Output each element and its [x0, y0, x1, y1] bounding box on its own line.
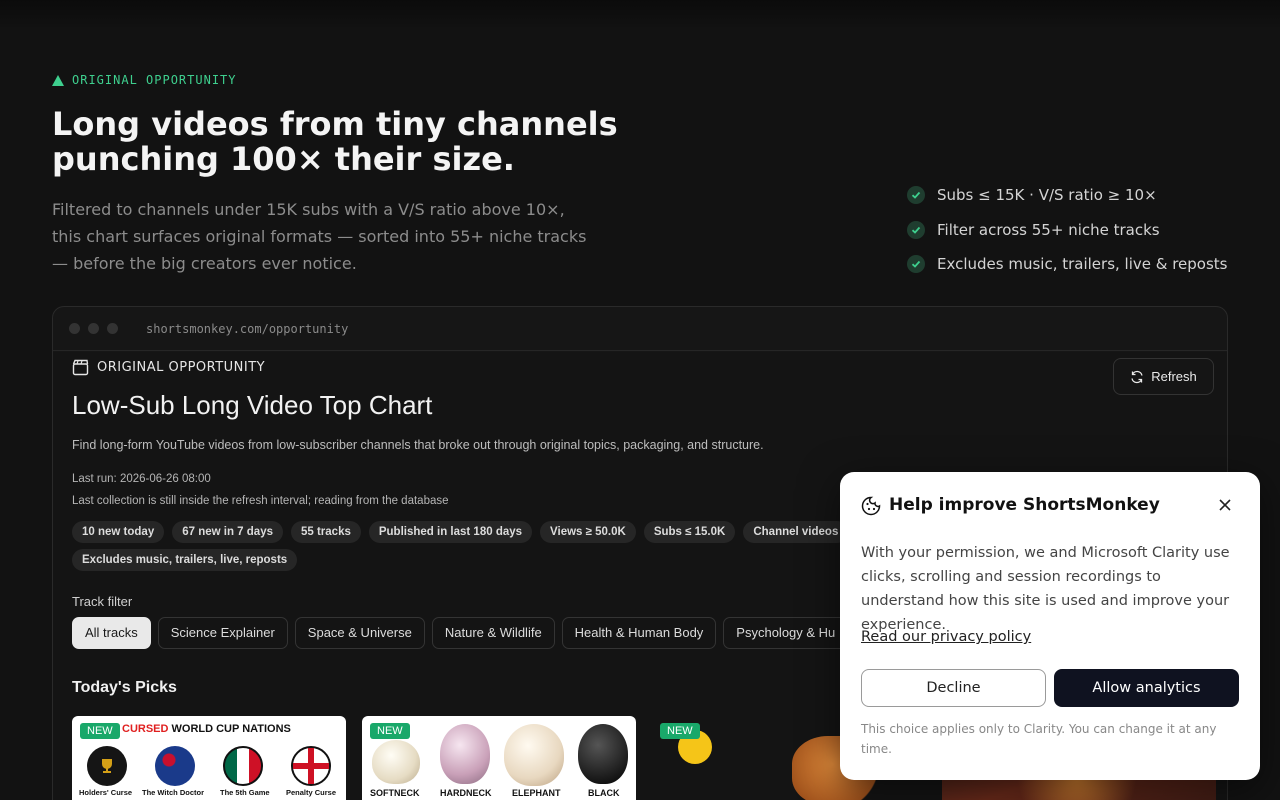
consent-body: With your permission, we and Microsoft C… [861, 545, 1230, 633]
consent-footnote: This choice applies only to Clarity. You… [861, 722, 1217, 756]
thumbnail-title-red: CURSED [122, 723, 169, 735]
garlic-image [578, 724, 628, 784]
feature-item: Excludes music, trailers, live & reposts [907, 247, 1228, 282]
browser-chrome: shortsmonkey.com/opportunity [53, 307, 1227, 351]
check-icon [907, 220, 925, 239]
thumbnail-caption: The 5th Game [220, 788, 270, 797]
garlic-image [440, 724, 490, 784]
video-card[interactable]: NEW SOFTNECK HARDNECK ELEPHANT BLACK [362, 716, 636, 800]
chip-subs: Subs ≤ 15.0K [643, 521, 736, 543]
chip-new-today: 10 new today [72, 521, 165, 543]
new-badge: NEW [370, 723, 410, 739]
track-space-universe[interactable]: Space & Universe [294, 617, 425, 649]
feature-list: Subs ≤ 15K · V/S ratio ≥ 10× Filter acro… [907, 178, 1228, 282]
garlic-image [504, 724, 564, 786]
hero-subtitle: Filtered to channels under 15K subs with… [52, 200, 587, 273]
feature-text: Filter across 55+ niche tracks [937, 220, 1160, 239]
track-all[interactable]: All tracks [72, 617, 151, 649]
new-badge: NEW [660, 723, 700, 739]
thumbnail-caption: The Witch Doctor [142, 788, 205, 797]
triangle-icon [52, 74, 64, 86]
chip-tracks: 55 tracks [290, 521, 361, 543]
page-description: Find long-form YouTube videos from low-s… [72, 438, 764, 452]
browser-url: shortsmonkey.com/opportunity [146, 321, 349, 336]
garlic-image [372, 740, 420, 784]
feature-text: Excludes music, trailers, live & reposts [937, 255, 1228, 274]
thumbnail-title: CURSED WORLD CUP NATIONS [122, 723, 291, 735]
todays-picks-title: Today's Picks [72, 679, 177, 696]
privacy-policy-link[interactable]: Read our privacy policy [861, 629, 1031, 645]
australia-flag-icon [155, 746, 195, 786]
allow-analytics-button[interactable]: Allow analytics [1054, 669, 1239, 707]
chip-new-7-days: 67 new in 7 days [172, 521, 283, 543]
cookie-icon [861, 496, 881, 516]
thumbnail-caption: ELEPHANT [512, 788, 561, 798]
window-dot [88, 323, 99, 334]
track-filter-label: Track filter [72, 594, 133, 609]
page-title: Low-Sub Long Video Top Chart [72, 390, 433, 420]
thumbnail-caption: SOFTNECK [370, 788, 420, 798]
check-icon [907, 186, 925, 205]
track-health-human-body[interactable]: Health & Human Body [561, 617, 717, 649]
chip-excludes: Excludes music, trailers, live, reposts [72, 549, 298, 571]
track-filter: All tracks Science Explainer Space & Uni… [72, 617, 852, 651]
trophy-icon [87, 746, 127, 786]
chip-published: Published in last 180 days [368, 521, 533, 543]
track-psychology[interactable]: Psychology & Hu [723, 617, 849, 649]
top-gradient [0, 0, 1280, 30]
close-icon[interactable] [1216, 496, 1234, 514]
feature-item: Filter across 55+ niche tracks [907, 213, 1228, 248]
clapperboard-icon [72, 359, 89, 376]
hero-title: Long videos from tiny channels punching … [52, 105, 618, 178]
window-dot [69, 323, 80, 334]
thumbnail-caption: Penalty Curse [286, 788, 337, 797]
track-nature-wildlife[interactable]: Nature & Wildlife [431, 617, 555, 649]
refresh-icon [1131, 370, 1143, 383]
last-run: Last run: 2026-06-26 08:00 [72, 473, 211, 485]
window-dot [107, 323, 118, 334]
refresh-button[interactable]: Refresh [1113, 358, 1214, 395]
feature-item: Subs ≤ 15K · V/S ratio ≥ 10× [907, 178, 1228, 213]
new-badge: NEW [80, 723, 120, 739]
app-eyebrow: ORIGINAL OPPORTUNITY [72, 359, 265, 376]
decline-button[interactable]: Decline [861, 669, 1046, 707]
hero-eyebrow: ORIGINAL OPPORTUNITY [52, 73, 237, 87]
england-flag-icon [291, 746, 331, 786]
app-eyebrow-label: ORIGINAL OPPORTUNITY [97, 360, 266, 375]
consent-dialog: Help improve ShortsMonkey With your perm… [840, 472, 1260, 780]
thumbnail-caption: BLACK [588, 788, 620, 798]
chip-channel-videos: Channel videos [743, 521, 849, 543]
thumbnail-title-rest: WORLD CUP NATIONS [168, 723, 291, 735]
video-card[interactable]: NEW CURSED WORLD CUP NATIONS Holders' Cu… [72, 716, 346, 800]
mexico-flag-icon [223, 746, 263, 786]
thumbnail-caption: HARDNECK [440, 788, 492, 798]
stat-chips: 10 new today 67 new in 7 days 55 tracks … [72, 521, 852, 571]
consent-title: Help improve ShortsMonkey [889, 495, 1160, 515]
refresh-label: Refresh [1151, 369, 1197, 384]
check-icon [907, 255, 925, 274]
collection-note: Last collection is still inside the refr… [72, 495, 449, 507]
chip-views: Views ≥ 50.0K [540, 521, 636, 543]
feature-text: Subs ≤ 15K · V/S ratio ≥ 10× [937, 186, 1157, 205]
hero-eyebrow-label: ORIGINAL OPPORTUNITY [72, 73, 237, 87]
track-science-explainer[interactable]: Science Explainer [157, 617, 288, 649]
thumbnail-caption: Holders' Curse [79, 788, 133, 797]
